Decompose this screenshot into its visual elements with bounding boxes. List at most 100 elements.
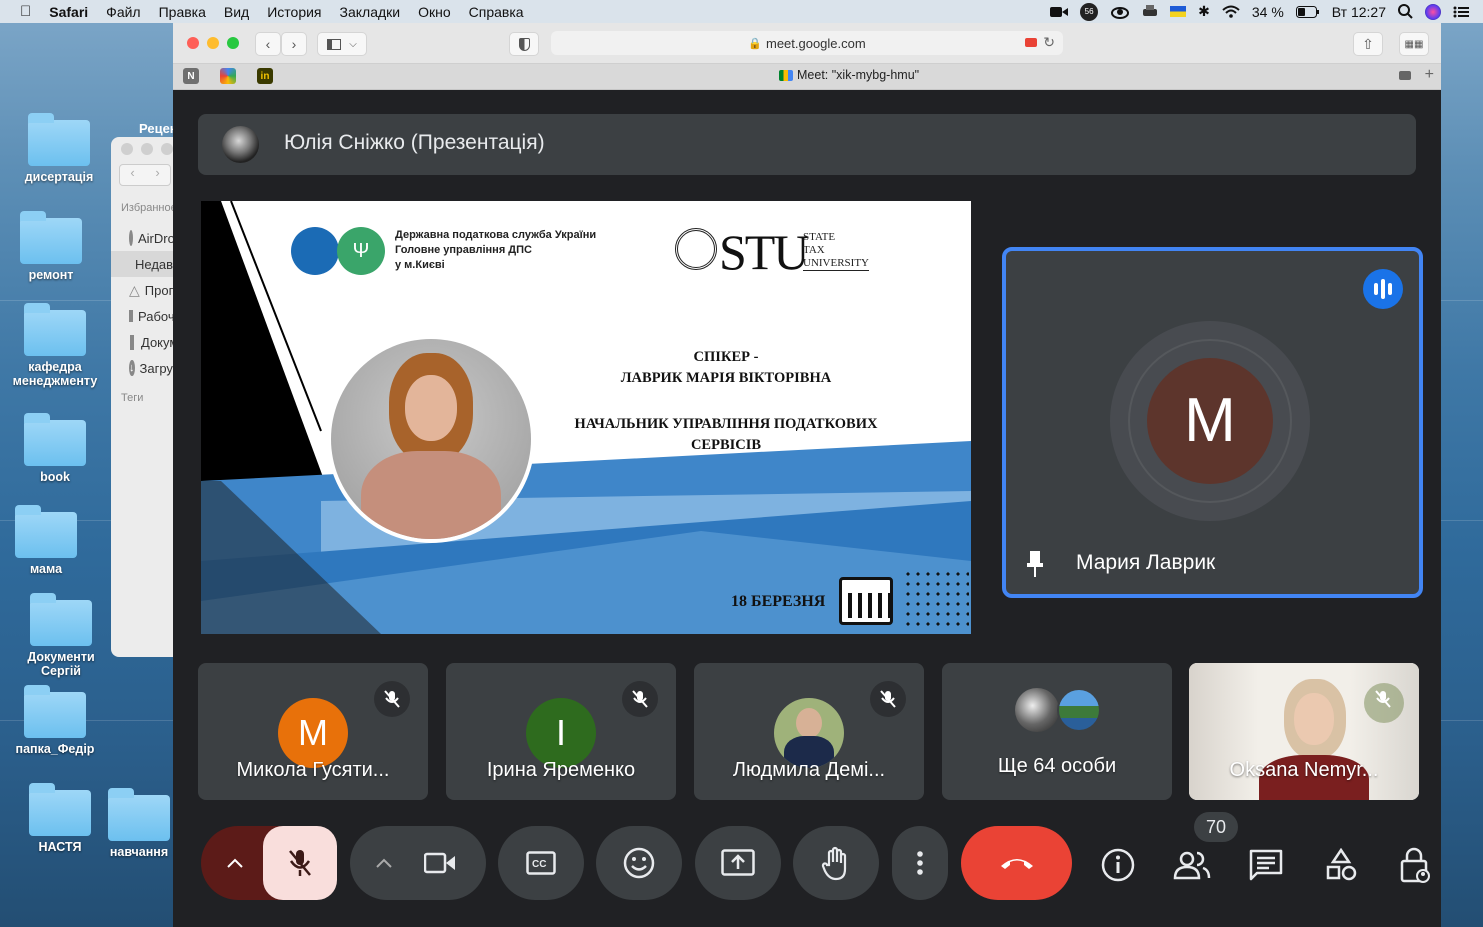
menu-file[interactable]: Файл xyxy=(106,4,140,20)
chat-button[interactable] xyxy=(1244,843,1288,887)
finder-item-documents[interactable]: Документы xyxy=(111,329,181,355)
menu-window[interactable]: Окно xyxy=(418,4,451,20)
spotlight-search-icon[interactable] xyxy=(1398,4,1413,19)
host-controls-button[interactable] xyxy=(1393,843,1437,887)
close-window-button[interactable] xyxy=(187,37,199,49)
finder-item-downloads[interactable]: ↓Загрузки xyxy=(111,355,181,381)
desktop-folder-papka-fedir[interactable]: папка_Федір xyxy=(0,685,110,756)
hand-icon xyxy=(821,845,851,881)
desktop-folder-mama[interactable]: мама xyxy=(0,505,101,576)
printer-icon[interactable] xyxy=(1142,4,1158,19)
finder-item-recent[interactable]: Недавние xyxy=(111,251,181,277)
creative-cloud-icon[interactable]: 56 xyxy=(1080,2,1099,21)
raise-hand-button[interactable] xyxy=(793,826,879,900)
zoom-window-button[interactable] xyxy=(227,37,239,49)
airdrop-icon xyxy=(129,230,133,246)
finder-item-apps[interactable]: △Программы xyxy=(111,277,181,303)
chevron-down-icon: ⌵ xyxy=(349,38,357,50)
finder-item-airdrop[interactable]: AirDrop xyxy=(111,225,181,251)
finder-title: Рецен xyxy=(139,121,178,136)
back-button[interactable]: ‹ xyxy=(255,32,281,56)
camera-status-icon[interactable] xyxy=(1050,6,1069,18)
info-icon xyxy=(1101,848,1135,882)
dps-logo-icon xyxy=(291,227,339,275)
notion-favicon[interactable]: N xyxy=(183,68,199,84)
desktop-folder-kafedra[interactable]: кафедра менеджменту xyxy=(0,303,110,388)
video-options-button[interactable] xyxy=(350,826,486,900)
desktop-icon xyxy=(129,310,133,322)
forward-button[interactable]: › xyxy=(281,32,307,56)
tab-title: Meet: "xik-mybg-hmu" xyxy=(797,68,920,82)
reload-icon[interactable]: ↻ xyxy=(1043,34,1055,51)
finder-tags-label: Теги xyxy=(121,392,144,404)
active-speaker-tile[interactable]: M Мария Лаврик xyxy=(1002,247,1423,598)
app-favicon[interactable] xyxy=(220,68,236,84)
privacy-report-button[interactable] xyxy=(509,32,539,56)
cloud-sync-icon[interactable] xyxy=(1110,5,1130,19)
present-screen-button[interactable] xyxy=(695,826,781,900)
pin-icon[interactable] xyxy=(1024,549,1046,579)
finder-item-desktop[interactable]: Рабочий стол xyxy=(111,303,181,329)
active-tab[interactable]: Meet: "xik-mybg-hmu" xyxy=(779,68,919,82)
grid-icon: ▦▦ xyxy=(1404,38,1424,50)
address-bar[interactable]: 🔒 meet.google.com ↻ xyxy=(551,31,1063,55)
tab-overview-button[interactable]: ▦▦ xyxy=(1399,32,1429,56)
desktop-folder-dokumenty[interactable]: Документи Сергій xyxy=(6,593,116,678)
menu-edit[interactable]: Правка xyxy=(159,4,206,20)
participant-tile[interactable]: I Ірина Яременко xyxy=(446,663,676,800)
sidebar-icon xyxy=(327,38,342,50)
speaker-role-line-2: СЕРВІСІВ xyxy=(690,437,762,453)
menu-app-name[interactable]: Safari xyxy=(49,4,88,20)
meeting-details-button[interactable] xyxy=(1096,843,1140,887)
participant-tile[interactable]: Людмила Демі... xyxy=(694,663,924,800)
stacked-avatar-1 xyxy=(1015,688,1059,732)
people-button[interactable] xyxy=(1170,843,1214,887)
applications-icon: △ xyxy=(129,281,140,298)
stu-seal-icon xyxy=(675,228,717,270)
more-options-button[interactable] xyxy=(892,826,948,900)
active-speaker-avatar: M xyxy=(1147,358,1273,484)
people-icon xyxy=(1173,850,1211,880)
chevron-up-icon xyxy=(376,858,392,868)
menu-bookmarks[interactable]: Закладки xyxy=(340,4,401,20)
battery-icon[interactable] xyxy=(1295,5,1320,18)
captions-button[interactable]: CC xyxy=(498,826,584,900)
menu-history[interactable]: История xyxy=(267,4,321,20)
tab-camera-icon[interactable] xyxy=(1399,71,1411,80)
share-button[interactable]: ⇧ xyxy=(1353,32,1383,56)
presentation-header: Юлія Сніжко (Презентація) xyxy=(198,114,1416,175)
in-favicon[interactable]: in xyxy=(257,68,273,84)
participant-tile[interactable]: M Микола Гусяти... xyxy=(198,663,428,800)
svg-text:CC: CC xyxy=(532,859,546,870)
menu-clock[interactable]: Вт 12:27 xyxy=(1332,4,1386,20)
bluetooth-icon[interactable]: ✱ xyxy=(1198,3,1210,20)
new-tab-button[interactable]: + xyxy=(1425,66,1434,84)
wifi-icon[interactable] xyxy=(1222,5,1240,18)
siri-icon[interactable] xyxy=(1425,3,1441,20)
document-icon xyxy=(130,334,134,350)
sidebar-toggle-button[interactable]: ⌵ xyxy=(317,32,367,56)
recording-camera-icon[interactable] xyxy=(1025,38,1037,47)
present-icon xyxy=(721,849,755,877)
microphone-toggle-button[interactable] xyxy=(263,826,337,900)
desktop-folder-dysertatsiia[interactable]: дисертація xyxy=(4,113,114,184)
activities-button[interactable] xyxy=(1319,843,1363,887)
presenter-name: Юлія Сніжко (Презентація) xyxy=(284,131,545,154)
minimize-window-button[interactable] xyxy=(207,37,219,49)
participant-tile-video[interactable]: Oksana Nemyr... xyxy=(1189,663,1419,800)
participant-avatar-photo xyxy=(774,698,844,768)
menu-view[interactable]: Вид xyxy=(224,4,249,20)
desktop-folder-remont[interactable]: ремонт xyxy=(0,211,106,282)
notification-center-icon[interactable] xyxy=(1453,6,1469,18)
menu-help[interactable]: Справка xyxy=(469,4,524,20)
more-participants-tile[interactable]: Ще 64 особи xyxy=(942,663,1172,800)
finder-nav-buttons[interactable]: ‹ › xyxy=(119,164,171,186)
finder-section-label: Избранное xyxy=(121,202,177,214)
keyboard-layout-flag-icon[interactable] xyxy=(1170,6,1187,17)
desktop-folder-book[interactable]: book xyxy=(0,413,110,484)
apple-menu-icon[interactable]:  xyxy=(20,3,31,20)
speaker-role-line-1: НАЧАЛЬНИК УПРАВЛІННЯ ПОДАТКОВИХ xyxy=(574,416,878,432)
emoji-icon xyxy=(623,847,655,879)
reactions-button[interactable] xyxy=(596,826,682,900)
leave-call-button[interactable] xyxy=(961,826,1072,900)
